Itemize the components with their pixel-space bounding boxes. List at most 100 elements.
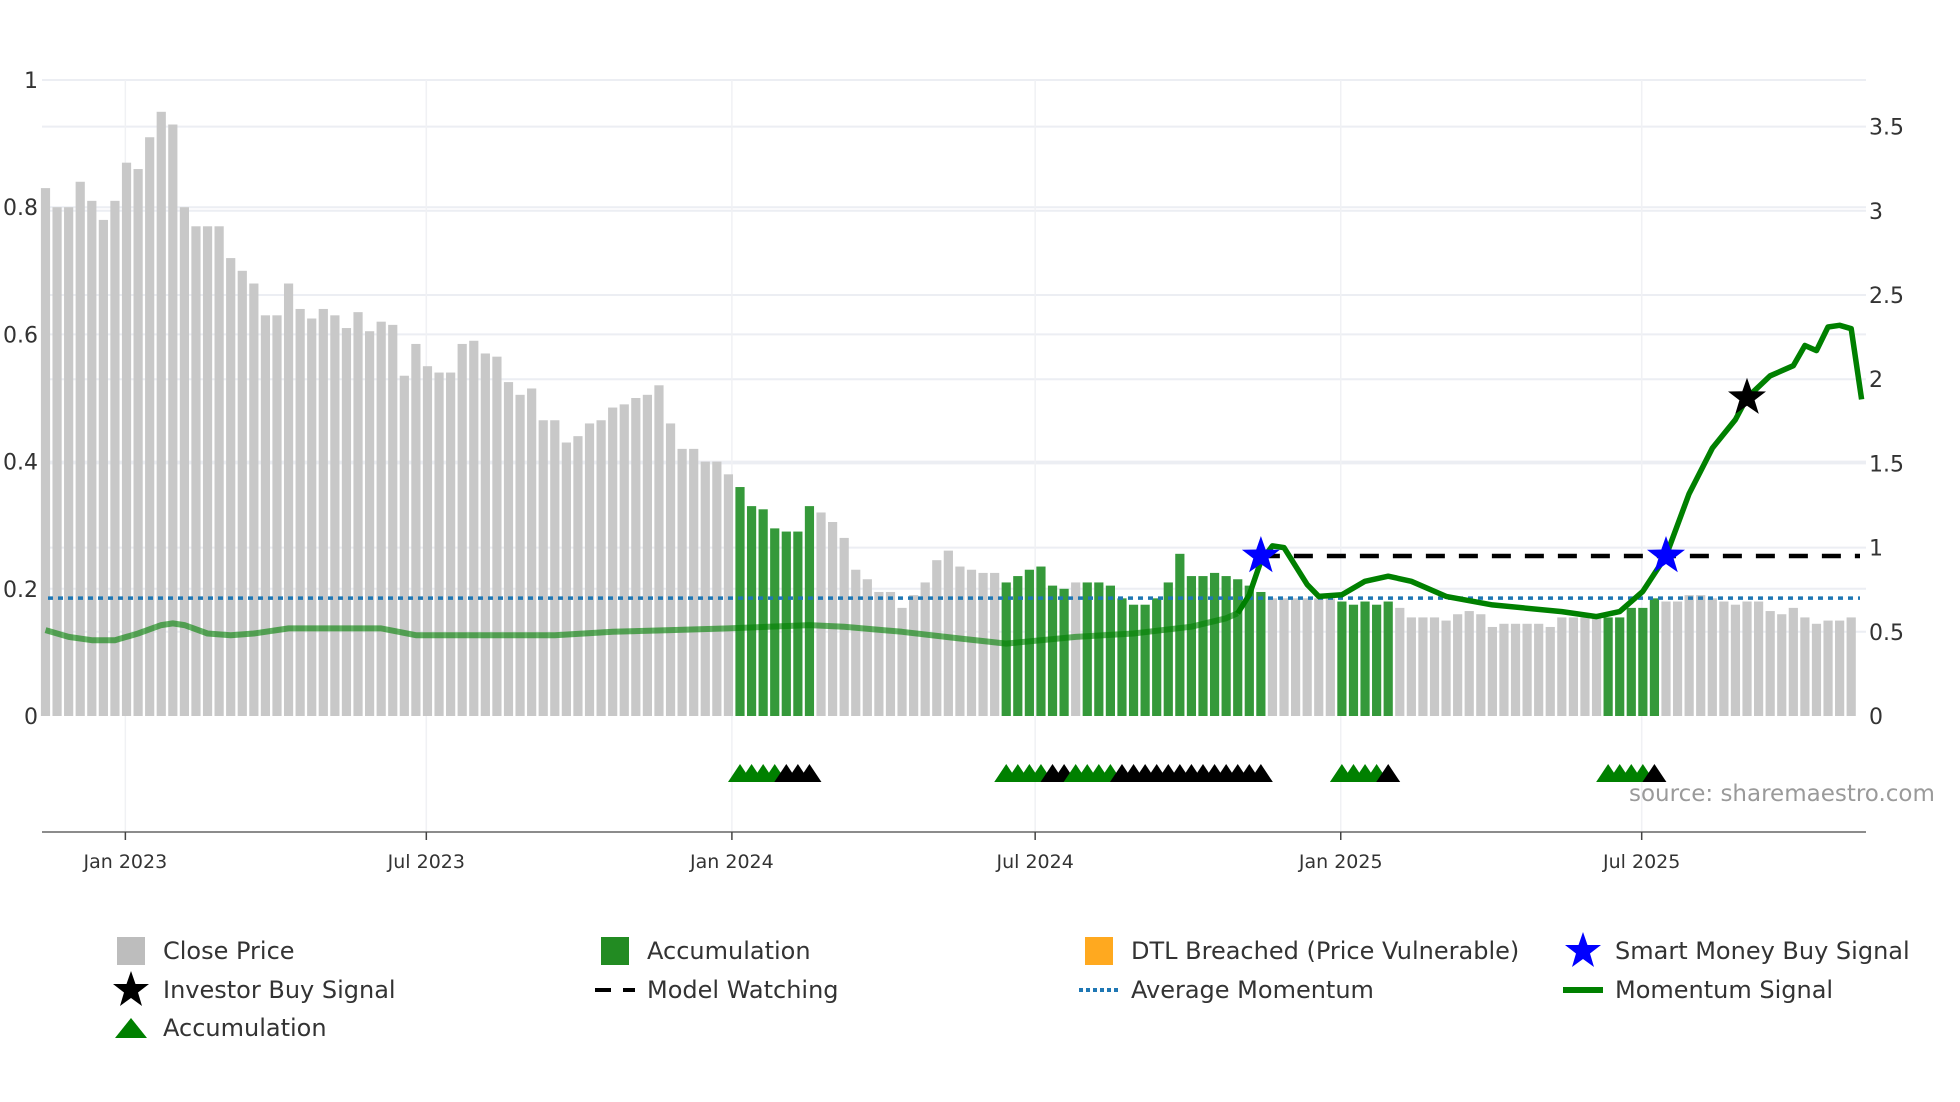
accumulation-bar [1348, 604, 1359, 716]
left-axis-tick-label: 0 [24, 705, 38, 730]
accumulation-bar [1001, 582, 1011, 716]
bars [40, 111, 1856, 717]
close-price-bar [179, 207, 189, 716]
close-price-bar [1707, 598, 1717, 716]
close-price-bar [1510, 623, 1521, 716]
close-price-bar [307, 318, 317, 716]
close-price-bar [237, 270, 247, 716]
accumulation-bar [1140, 604, 1150, 716]
accumulation-bar [1117, 598, 1127, 716]
x-tick-label: Jul 2023 [387, 851, 465, 873]
left-axis-tick-label: 1 [24, 69, 38, 94]
close-price-bar [1406, 617, 1416, 716]
close-price-bar [1267, 598, 1278, 716]
close-price-bar [1846, 617, 1856, 716]
x-tick-label: Jul 2025 [1602, 851, 1680, 873]
close-price-bar [723, 474, 734, 716]
close-price-bar [909, 595, 919, 716]
close-price-bar [665, 423, 676, 716]
close-price-bar [631, 398, 641, 716]
accumulation-bar [735, 487, 745, 716]
close-price-bar [1464, 611, 1474, 716]
close-price-bar [550, 420, 560, 716]
close-price-bar [654, 385, 664, 716]
close-price-bar [1580, 617, 1590, 716]
close-price-bar [828, 522, 838, 716]
close-price-bar [1591, 617, 1602, 716]
close-price-bar [677, 448, 687, 716]
close-price-bar [619, 404, 629, 716]
accumulation-bar [758, 509, 768, 716]
markers [728, 377, 1766, 782]
legend-label: Smart Money Buy Signal [1615, 937, 1910, 965]
left-axis-tick-label: 0.6 [3, 323, 38, 348]
close-price-bar [897, 607, 907, 716]
close-price-bar [920, 582, 930, 716]
close-price-bar [1071, 582, 1081, 716]
momentum-signal-line [1235, 322, 1865, 620]
close-price-bar [816, 512, 826, 716]
close-price-bar [388, 324, 398, 716]
momentum-signal-line-faded [44, 610, 1239, 647]
close-price-bar [1429, 617, 1440, 716]
close-price-bar [249, 283, 259, 716]
close-price-bar [376, 321, 386, 716]
right-axis-tick-label: 0.5 [1869, 621, 1904, 646]
legend-label: Accumulation [647, 937, 811, 965]
close-price-bar [1522, 623, 1532, 716]
close-price-bar [469, 340, 479, 716]
legend-label: Investor Buy Signal [163, 976, 396, 1004]
left-axis-tick-label: 0.4 [3, 451, 38, 476]
dashed-line-icon [595, 973, 635, 1007]
right-axis-tick-label: 2 [1869, 368, 1883, 393]
close-price-bar [1314, 598, 1324, 716]
close-price-bar [318, 308, 328, 716]
accumulation-bar [804, 506, 815, 716]
accumulation-bar [1638, 607, 1648, 716]
close-price-bar [978, 572, 988, 716]
legend-label: Accumulation [163, 1014, 327, 1042]
close-price-bar [422, 366, 433, 716]
close-price-bar [1476, 614, 1486, 716]
close-price-bar [1499, 623, 1509, 716]
legend-label: Momentum Signal [1615, 976, 1834, 1004]
close-price-bar [1302, 598, 1312, 716]
close-price-bar [191, 226, 201, 716]
close-price-bar [457, 343, 467, 716]
close-price-bar [874, 591, 884, 716]
close-price-bar [1777, 614, 1787, 716]
close-price-bar [527, 388, 537, 716]
close-price-bar [573, 436, 583, 716]
close-price-bar [503, 382, 514, 716]
accumulation-bar [1372, 604, 1382, 716]
close-price-bar [480, 353, 490, 716]
blue-star-icon [1563, 932, 1603, 968]
close-price-bar [515, 394, 525, 716]
accumulation-bar [746, 506, 757, 716]
close-price-bar [538, 420, 548, 716]
x-tick-label: Jan 2025 [1298, 851, 1383, 873]
close-price-bar [561, 442, 571, 716]
right-axis-tick-label: 0 [1869, 705, 1883, 730]
left-axis-tick-label: 0.2 [3, 578, 38, 603]
close-price-bar [584, 423, 595, 716]
close-price-bar [1395, 607, 1405, 716]
close-price-bar [168, 124, 178, 716]
close-price-bar [52, 207, 62, 716]
chart: Jan 2023 Jul 2023 Jan 2024 Jul 2024 Jan 2025… [3, 69, 1935, 873]
close-price-bar [411, 343, 421, 716]
close-price-bar [446, 372, 456, 716]
accumulation-bar [1059, 588, 1069, 716]
accumulation-bar [1337, 601, 1347, 716]
close-price-bar [1418, 617, 1428, 716]
close-price-bar [434, 372, 444, 716]
right-axis-tick-label: 3 [1869, 200, 1883, 225]
close-price-bar [260, 315, 271, 716]
accumulation-bar [770, 528, 780, 716]
right-axis-tick-label: 1.5 [1869, 452, 1904, 477]
close-price-bar [1557, 617, 1567, 716]
close-price-bar [596, 420, 606, 716]
right-axis-tick-label: 3.5 [1869, 116, 1904, 141]
close-price-bar [1534, 623, 1544, 716]
legend-label: Average Momentum [1131, 976, 1374, 1004]
